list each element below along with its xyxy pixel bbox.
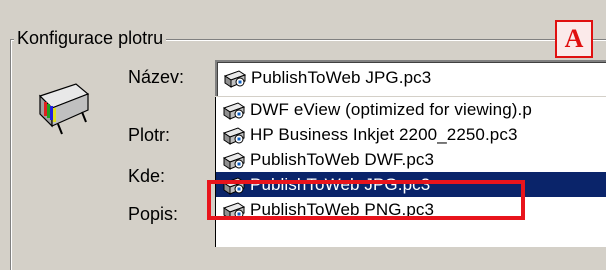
list-item[interactable]: PublishToWeb DWF.pc3	[216, 147, 606, 172]
list-item-label: PublishToWeb JPG.pc3	[250, 174, 431, 194]
name-combobox[interactable]: PublishToWeb JPG.pc3	[215, 60, 606, 96]
list-item[interactable]: DWF eView (optimized for viewing).p	[216, 97, 606, 122]
plotter-config-icon	[223, 70, 247, 88]
plotter-config-icon	[222, 151, 246, 170]
plotter-config-icon	[222, 201, 246, 220]
plotter-config-icon	[222, 101, 246, 120]
list-item-selected[interactable]: PublishToWeb JPG.pc3	[216, 172, 606, 197]
list-item[interactable]: HP Business Inkjet 2200_2250.pc3	[216, 122, 606, 147]
name-combobox-value: PublishToWeb JPG.pc3	[251, 68, 432, 87]
plotter-icon	[38, 83, 90, 135]
list-item-label: PublishToWeb DWF.pc3	[250, 149, 435, 169]
name-label: Název:	[128, 67, 185, 87]
plotter-label: Plotr:	[128, 125, 171, 145]
list-item-label: HP Business Inkjet 2200_2250.pc3	[250, 124, 518, 144]
annotation-badge: A	[555, 20, 593, 58]
list-item[interactable]: PublishToWeb PNG.pc3	[216, 197, 606, 222]
plotter-config-icon	[222, 126, 246, 145]
group-title: Konfigurace plotru	[14, 26, 167, 50]
list-item-label: DWF eView (optimized for viewing).p	[250, 99, 532, 119]
plotter-config-icon	[222, 176, 246, 195]
list-item-label: PublishToWeb PNG.pc3	[250, 199, 435, 219]
description-label: Popis:	[128, 204, 179, 224]
where-label: Kde:	[128, 166, 166, 186]
plotter-dropdown-list[interactable]: DWF eView (optimized for viewing).p HP B…	[215, 97, 606, 247]
